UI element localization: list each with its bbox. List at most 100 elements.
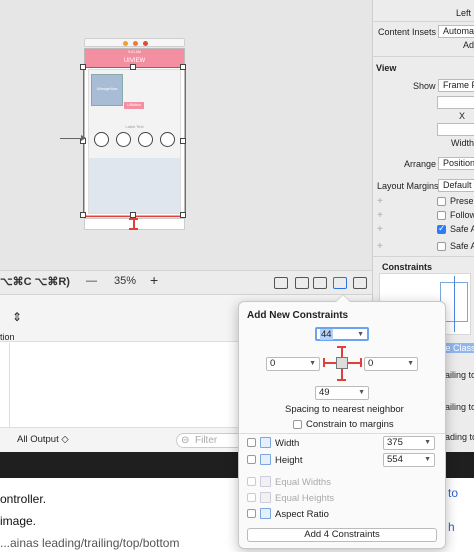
first-responder-icon[interactable]: [133, 41, 138, 46]
layout-margins-select[interactable]: Default: [438, 179, 474, 192]
left-constraint-beam[interactable]: [323, 362, 336, 364]
resize-handle[interactable]: [80, 64, 86, 70]
link-text[interactable]: h: [448, 520, 455, 534]
chevron-down-icon[interactable]: ▼: [407, 358, 414, 370]
chevron-down-icon[interactable]: ▼: [357, 329, 364, 341]
right-spacing-field[interactable]: 0 ▼: [364, 357, 418, 371]
constraint-line: [454, 276, 455, 332]
canvas-toolbar: ⌥⌘C ⌥⌘R) — 35% +: [0, 270, 372, 294]
arrange-select[interactable]: Position: [438, 157, 474, 170]
beam-cap: [337, 346, 346, 348]
filter-field[interactable]: Filter: [176, 433, 246, 448]
beam-cap: [360, 358, 362, 367]
exit-icon[interactable]: [143, 41, 148, 46]
equal-heights-checkbox[interactable]: [247, 493, 256, 502]
safe-area-layout-guide-checkbox[interactable]: [437, 242, 446, 251]
status-time: 9:41 AM: [128, 50, 141, 54]
align-icon[interactable]: [313, 277, 327, 289]
spacing-label: Spacing to nearest neighbor: [285, 404, 404, 415]
beam-cap: [323, 358, 325, 367]
height-checkbox[interactable]: [247, 455, 256, 464]
equal-widths-icon: [260, 476, 271, 487]
top-constraint-beam[interactable]: [341, 346, 343, 357]
opt-label: Safe A: [450, 241, 474, 251]
width-checkbox[interactable]: [247, 438, 256, 447]
opt-label: Follow: [450, 210, 474, 220]
top-spacing-value: 44: [320, 329, 333, 340]
update-frames-icon[interactable]: [274, 277, 288, 289]
popover-title: Add New Constraints: [247, 310, 349, 321]
constraints-section-header: Constraints: [382, 262, 433, 272]
beam-cap: [337, 379, 346, 381]
resize-handle[interactable]: [180, 138, 186, 144]
output-select[interactable]: All Output ◇: [17, 434, 69, 445]
zoom-out-button[interactable]: —: [86, 275, 97, 287]
variables-divider: [0, 343, 10, 427]
show-label: Show: [413, 81, 436, 91]
divider: [373, 21, 474, 22]
safe-area-relative-margins-checkbox[interactable]: [437, 223, 446, 234]
preserve-superview-margins-checkbox[interactable]: [437, 197, 446, 206]
add-new-constraints-icon[interactable]: [333, 277, 347, 289]
text-line: ...ainas leading/trailing/top/bottom: [0, 536, 180, 550]
equal-heights-label: Equal Heights: [275, 493, 335, 504]
width-icon: [260, 437, 271, 448]
opt-label: Safe A: [450, 224, 474, 234]
chevron-down-icon[interactable]: ▼: [358, 387, 365, 399]
side-text: ailing to: [445, 402, 474, 412]
constraint-cap: [129, 228, 138, 230]
height-value: 554: [387, 454, 403, 465]
opt-label: Prese: [450, 196, 474, 206]
content-insets-label: Content Insets: [378, 27, 437, 37]
selected-view-outline[interactable]: [83, 67, 186, 217]
divider: [373, 256, 474, 257]
text-line: image.: [0, 514, 37, 528]
arrange-label: Arrange: [404, 159, 437, 169]
equal-widths-label: Equal Widths: [275, 477, 331, 488]
show-select[interactable]: Frame F: [438, 79, 474, 92]
aspect-ratio-checkbox[interactable]: [247, 509, 256, 518]
height-value-field[interactable]: 554 ▼: [383, 453, 435, 467]
equal-widths-checkbox[interactable]: [247, 477, 256, 486]
resize-handle[interactable]: [130, 64, 136, 70]
entry-point-arrow: [60, 135, 86, 141]
left-label: Left: [456, 8, 472, 18]
x-field[interactable]: [437, 96, 474, 109]
width-field[interactable]: [437, 123, 474, 136]
add-constraints-button[interactable]: Add 4 Constraints: [247, 528, 437, 542]
add-variation-icon[interactable]: +: [377, 241, 383, 252]
resolve-auto-layout-issues-icon[interactable]: [353, 277, 367, 289]
embed-in-stack-icon[interactable]: [295, 277, 309, 289]
zoom-in-button[interactable]: +: [150, 272, 158, 288]
storyboard-canvas[interactable]: 9:41 AM UIVIEW UIImageView UIButton Labe…: [0, 0, 372, 270]
content-insets-select[interactable]: Automat: [438, 25, 474, 38]
constrain-to-margins-checkbox[interactable]: [293, 420, 302, 429]
aspect-ratio-label: Aspect Ratio: [275, 509, 329, 520]
height-label: Height: [275, 455, 303, 466]
top-spacing-field[interactable]: 44 ▼: [315, 327, 369, 341]
follow-readable-width-checkbox[interactable]: [437, 211, 446, 220]
width-value-field[interactable]: 375 ▼: [383, 436, 435, 450]
scene-dock[interactable]: [84, 38, 185, 47]
add-variation-icon[interactable]: +: [377, 210, 383, 221]
side-text: ailing to: [445, 370, 474, 380]
stepper-icon[interactable]: ⇕: [12, 310, 22, 324]
x-label: X: [459, 111, 466, 121]
chevron-down-icon[interactable]: ▼: [309, 358, 316, 370]
resize-handle[interactable]: [180, 64, 186, 70]
left-spacing-field[interactable]: 0 ▼: [266, 357, 320, 371]
chevron-down-icon[interactable]: ▼: [424, 454, 431, 466]
width-label: Width: [275, 438, 300, 449]
divider: [373, 56, 474, 57]
constrain-to-margins-label: Constrain to margins: [306, 419, 394, 430]
content-insets-sub: Adj: [463, 40, 474, 50]
add-variation-icon[interactable]: +: [377, 224, 383, 235]
constraint-cap: [129, 218, 138, 220]
zoom-level: 35%: [114, 275, 137, 287]
view-controller-icon[interactable]: [123, 41, 128, 46]
bottom-spacing-field[interactable]: 49 ▼: [315, 386, 369, 400]
chevron-down-icon[interactable]: ▼: [424, 437, 431, 449]
add-variation-icon[interactable]: +: [377, 196, 383, 207]
width-value: 375: [387, 437, 403, 448]
shortcut-hint: ⌥⌘C ⌥⌘R): [0, 276, 70, 288]
